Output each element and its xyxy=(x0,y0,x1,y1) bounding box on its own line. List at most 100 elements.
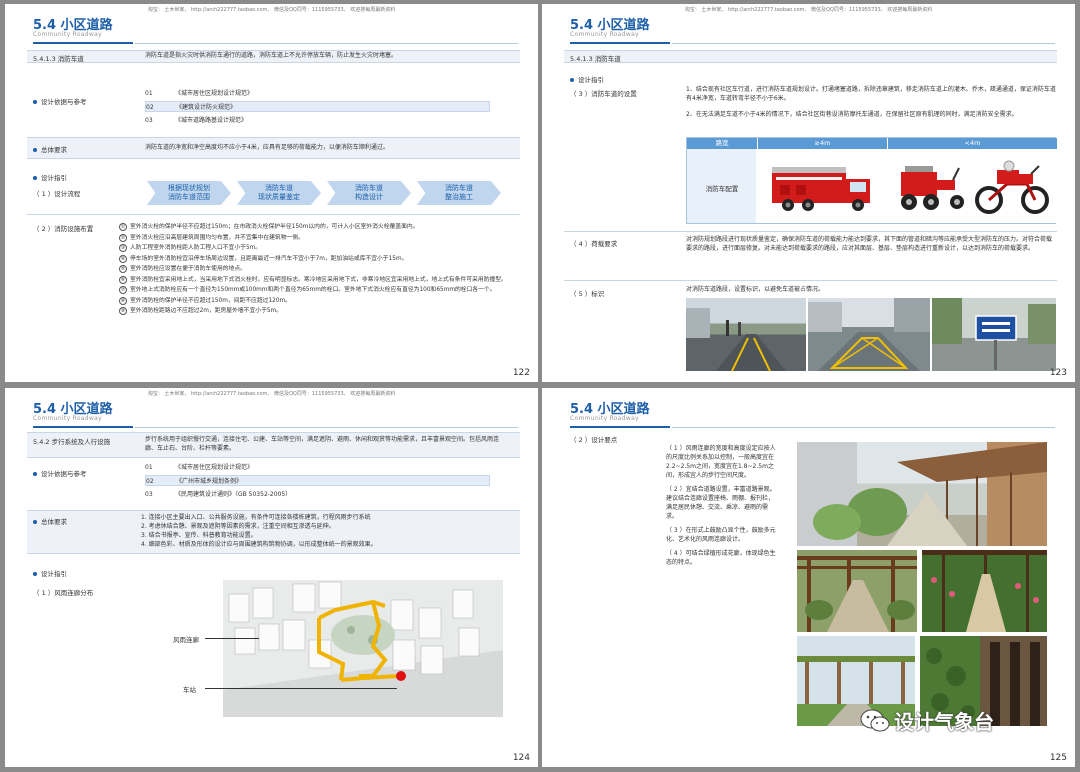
bullet-icon xyxy=(33,176,37,180)
list-item: 3. 结合书报亭、宣传、科普教育功能设置。 xyxy=(141,532,257,539)
flow-step: 消防车道 现状质量鉴定 xyxy=(237,181,321,205)
section-subtitle: Community Roadway xyxy=(33,415,102,422)
list-item: （ 2 ）宜结合道路设置，丰富道路景观。建议结合连廊设置座椅、雨棚、报刊栏，满足… xyxy=(666,486,776,520)
list-item: 4. 细部色彩、材质及形体的设计应与周围建筑构筑物协调，以形成整体统一的景观效果… xyxy=(141,541,377,548)
s3-text-2: 2、在无法满足车道不小于4米的情况下，结合社区街巷设消防摩托车通道，在保留社区原… xyxy=(686,111,1018,118)
guide-label: 设计指引 xyxy=(33,172,67,182)
s4-label: （ 4 ）荷载要求 xyxy=(570,240,618,248)
reference-row: 01 《城市居住区规划设计规范》 xyxy=(145,90,254,97)
basis-label: 设计依据与参考 xyxy=(33,96,87,106)
design-points: （ 1 ）风雨连廊的宽度和高度设定应按人的尺度比例关系加以控制，一般高度宜在2.… xyxy=(666,444,778,567)
table-cell: 消防车配置 xyxy=(687,149,757,223)
general-text: 消防车道的净宽和净空高度均不应小于4米，应具有足够的荷载能力，以便消防车顺利通过… xyxy=(145,144,389,151)
bullet-icon xyxy=(33,572,37,576)
flow-step: 消防车道 构造设计 xyxy=(327,181,411,205)
list-item: （ 3 ）在形式上鼓励凸显个性，鼓励多元化、艺术化的风雨连廊设计。 xyxy=(666,527,776,543)
facility-list: ① 室外消火栓的保护半径不应超过150m；在市政消火栓保护半径150m以内的，可计… xyxy=(119,223,519,318)
green-corridor-illustration xyxy=(922,550,1047,632)
flow-label: （ 1 ）设计流程 xyxy=(33,190,81,198)
general-list: 1. 连接小区主要出入口、公共服务设施，有条件可连接各楼栋建筑，行程风雨步行系统… xyxy=(141,513,511,549)
corridor-photo-1 xyxy=(797,442,1047,546)
title-rule-thin xyxy=(672,427,1055,428)
heading-band xyxy=(564,50,1057,63)
divider xyxy=(564,231,1057,232)
list-item: ⑧ 室外消防栓的保护半径不应超过150m，间距不应超过120m。 xyxy=(119,296,291,305)
title-rule xyxy=(570,426,670,428)
list-item: 2. 考虑休结合憩、景观及遮阴等因素的需求，注重空间相互渗透与延伸。 xyxy=(141,523,335,530)
wechat-icon xyxy=(860,709,890,731)
road-photo xyxy=(686,298,806,371)
divider xyxy=(564,280,1057,281)
s3-label: （ 3 ）消防车道的设置 xyxy=(570,90,637,98)
subsection-heading: 5.4.2 步行系统及人行设施 xyxy=(33,438,111,446)
pergola-illustration xyxy=(797,550,917,632)
fire-tricycle-illustration xyxy=(901,166,964,210)
bullet-icon xyxy=(33,148,37,152)
page-number: 122 xyxy=(512,368,530,378)
reference-row: 02 《建筑设计防火规范》 xyxy=(145,101,490,112)
map-label-station: 车站 xyxy=(183,686,196,694)
leader-line xyxy=(205,688,397,689)
reference-row: 03 《城市道路路基设计规范》 xyxy=(145,117,248,124)
s5-label: （ 5 ）标识 xyxy=(570,290,605,298)
general-label: 总体要求 xyxy=(33,516,67,526)
table-header: <4m xyxy=(887,138,1057,149)
section-subtitle: Community Roadway xyxy=(33,31,102,38)
aerial-site-illustration xyxy=(223,580,503,717)
layout-label: （ 2 ）消防设施布置 xyxy=(33,225,94,233)
map-label-corridor: 风雨连廊 xyxy=(173,636,199,644)
intro-text: 消防车道是指火灾时供消防车通行的道路，消防车道上不允许停放车辆，防止发生火灾时堵… xyxy=(145,52,398,59)
table-header: 路宽 xyxy=(687,138,757,149)
page-123: 淘宝： 土木世家、 http://arch222777.taobao.com、 … xyxy=(542,4,1075,382)
guide-label: 设计指引 xyxy=(570,74,604,84)
list-item: ⑥ 室外消防栓宜采用地上式，当采用地下式消火栓时，应有明显标志。寒冷地区采用地下式… xyxy=(119,275,507,284)
list-item: ④ 停车场的室外消防栓宜沿停车场周边设置，且距离最近一排汽车不宜小于7m，距加油站… xyxy=(119,254,408,263)
leader-line xyxy=(205,638,259,639)
bullet-icon xyxy=(33,472,37,476)
s5-text: 对消防车道路段，设置标识，以避免车道被占情况。 xyxy=(686,286,825,293)
page-124: 淘宝： 土木世家、 http://arch222777.taobao.com、 … xyxy=(5,388,538,767)
corridor-map xyxy=(223,580,503,717)
list-item: ⑨ 室外消防栓距路边不应超过2m，距房屋外墙不宜小于5m。 xyxy=(119,307,282,315)
corridor-photo-2 xyxy=(797,550,917,632)
fire-truck-illustration xyxy=(772,167,870,211)
title-rule xyxy=(33,42,133,44)
s4-text: 对消防规划路段进行现状质量鉴定，确保消防车道的荷载能力能达到要求，其下面的管道和… xyxy=(686,236,1053,252)
dist-label: （ 1 ）风雨连廊分布 xyxy=(33,589,94,597)
guide-label: 设计指引 xyxy=(33,568,67,578)
subsection-heading: 5.4.1.3 消防车道 xyxy=(33,55,84,63)
list-item: ⑤ 室外消防栓应设置在便于消防车使用的地点。 xyxy=(119,265,246,273)
corridor-photo-3 xyxy=(922,550,1047,632)
table-header: ≥4m xyxy=(757,138,887,149)
title-rule-thin xyxy=(135,427,518,428)
general-label: 总体要求 xyxy=(33,144,67,154)
watermark: 淘宝： 土木世家、 http://arch222777.taobao.com、 … xyxy=(147,7,396,13)
title-rule-thin xyxy=(672,43,1055,44)
list-item: 1. 连接小区主要出入口、公共服务设施，有条件可连接各楼栋建筑，行程风雨步行系统 xyxy=(141,514,371,521)
list-item: ③ 人防工程室外消防栓距人防工程入口不宜小于5m。 xyxy=(119,244,262,252)
reference-row: 03 《民用建筑设计通则》（GB 50352-2005） xyxy=(145,491,292,498)
page-number: 125 xyxy=(1049,753,1067,763)
points-label: （ 2 ）设计要点 xyxy=(570,436,618,444)
bullet-icon xyxy=(33,100,37,104)
divider xyxy=(27,214,520,215)
list-item: ⑦ 室外地上式消防栓应有一个直径为150mm或100mm和两个直径为65mm的栓口… xyxy=(119,286,496,294)
list-item: ② 室外消火栓应沿高层建筑周围均匀布置，并不宜集中在建筑物一侧。 xyxy=(119,233,304,242)
road-marking-illustration xyxy=(686,308,786,371)
fire-lane-sign-illustration xyxy=(932,298,1056,370)
yellow-box-marking-illustration xyxy=(808,298,930,371)
s3-text-1: 1、结合现有社区车行道，进行消防车道规划设计。打通堵塞道路，拆除违章建筑，移走消… xyxy=(686,86,1056,102)
watermark: 淘宝： 土木世家、 http://arch222777.taobao.com、 … xyxy=(684,7,933,13)
watermark: 淘宝： 土木世家、 http://arch222777.taobao.com、 … xyxy=(147,391,396,397)
subsection-heading: 5.4.1.3 消防车道 xyxy=(570,55,621,63)
bullet-icon xyxy=(33,520,37,524)
table-cell xyxy=(887,149,1057,223)
title-rule xyxy=(570,42,670,44)
table-cell xyxy=(757,149,887,223)
brand-text: 设计气象台 xyxy=(894,710,994,734)
reference-row: 02 《广州市城乡规划条例》 xyxy=(145,475,490,486)
intro-text: 步行系统用于组织慢行交通，连接住宅、公建、车站等空间，满足遮阴、避雨、休闲和观赏… xyxy=(145,436,500,452)
fire-motorcycle-illustration xyxy=(975,160,1049,214)
bullet-icon xyxy=(570,78,574,82)
road-photo xyxy=(808,298,930,371)
